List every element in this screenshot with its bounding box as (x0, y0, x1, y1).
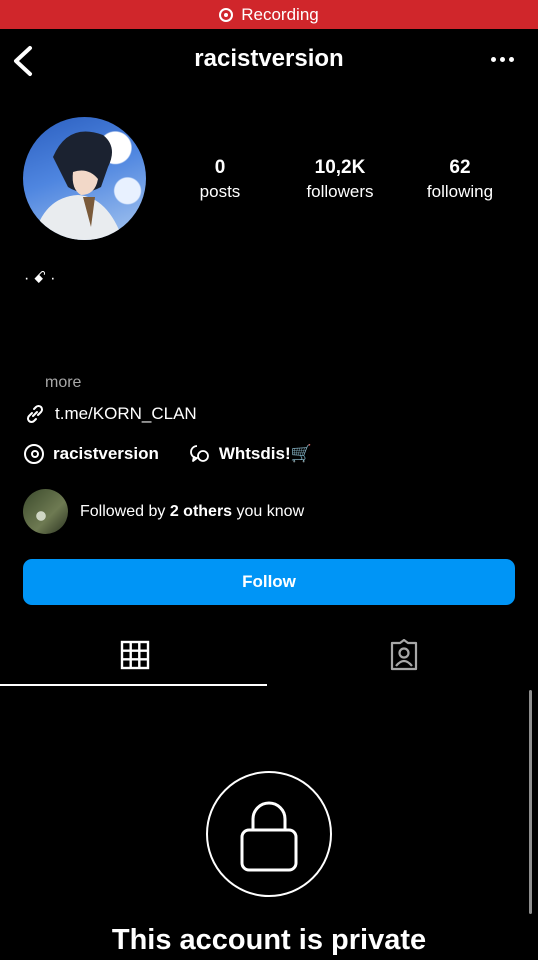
tab-posts-grid[interactable] (0, 625, 269, 685)
recording-label: Recording (241, 4, 319, 24)
bio-symbols: ·ꗃ· (24, 270, 60, 287)
following-label: following (426, 182, 494, 201)
avatar-illustration (33, 131, 123, 240)
recording-icon (219, 7, 234, 22)
followed-by-text: Followed by 2 others you know (80, 502, 305, 520)
posts-label: posts (199, 182, 241, 201)
link-icon (26, 404, 44, 424)
grid-icon (120, 640, 149, 670)
chat-channel-label[interactable]: Whtsdis!🛒 (219, 444, 312, 464)
profile-stats: 0 posts 10,2K followers 62 following (160, 157, 520, 203)
follow-button[interactable]: Follow (23, 559, 515, 605)
private-lock-badge (206, 771, 332, 897)
mutual-follower-avatar (23, 489, 68, 534)
threads-icon (24, 444, 44, 464)
active-tab-indicator (0, 684, 267, 686)
stat-posts[interactable]: 0 posts (160, 157, 280, 203)
tab-tagged[interactable] (269, 625, 538, 685)
profile-username-title: racistversion (194, 45, 344, 72)
chat-icon (189, 445, 209, 462)
more-options-icon[interactable] (491, 57, 514, 62)
threads-handle[interactable]: racistversion (53, 444, 159, 464)
profile-avatar[interactable] (23, 117, 146, 240)
mutual-followers[interactable]: Followed by 2 others you know (23, 489, 304, 534)
bio-more-link[interactable]: more (45, 374, 81, 392)
following-count: 62 (449, 157, 471, 178)
followers-count: 10,2K (314, 157, 366, 178)
posts-count: 0 (214, 157, 226, 178)
external-link[interactable]: t.me/KORN_CLAN (23, 402, 197, 426)
private-account-message: This account is private (111, 924, 427, 956)
lock-icon (240, 801, 298, 872)
followers-label: followers (306, 182, 374, 201)
link-text: t.me/KORN_CLAN (55, 404, 197, 423)
recording-banner[interactable]: Recording (0, 0, 538, 29)
stat-followers[interactable]: 10,2K followers (280, 157, 400, 203)
scrollbar[interactable] (529, 690, 532, 914)
threads-row: racistversion Whtsdis!🛒 (23, 443, 312, 465)
top-navigation-bar: racistversion (0, 29, 538, 91)
tagged-person-icon (390, 639, 417, 671)
stat-following[interactable]: 62 following (400, 157, 520, 203)
